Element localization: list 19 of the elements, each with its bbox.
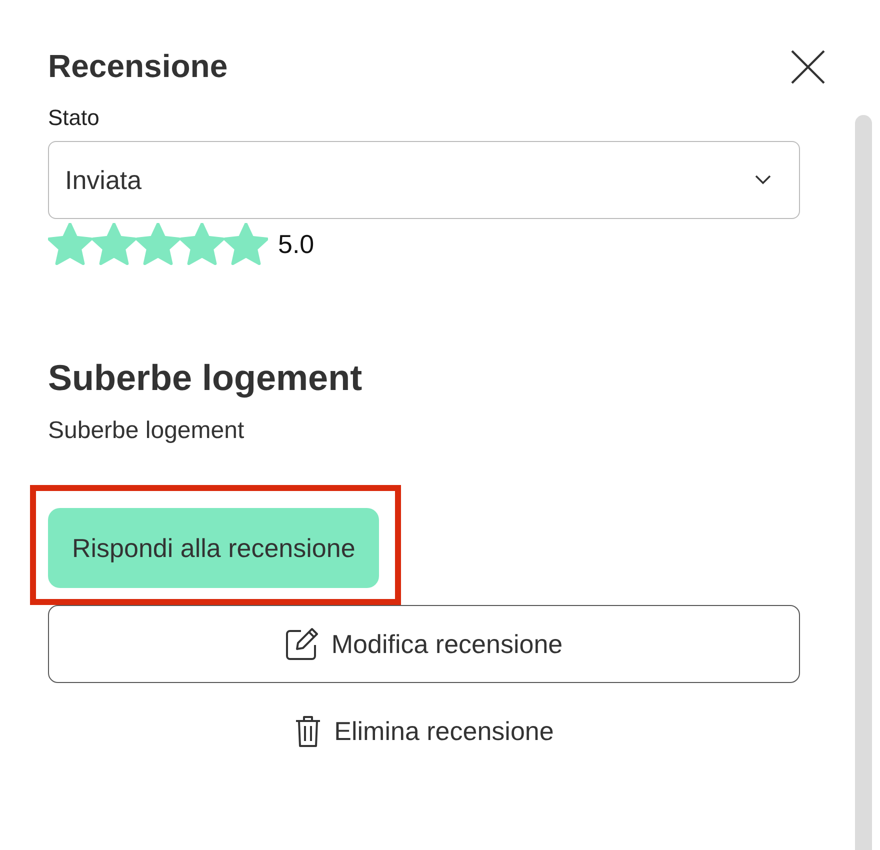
star-icon bbox=[92, 223, 136, 265]
panel-title: Recensione bbox=[48, 48, 228, 85]
field-label: Stato bbox=[48, 105, 100, 131]
trash-icon bbox=[294, 714, 322, 748]
star-icon bbox=[136, 223, 180, 265]
status-select[interactable]: Inviata bbox=[48, 141, 800, 219]
reply-button[interactable]: Rispondi alla recensione bbox=[48, 508, 380, 588]
review-text: Suberbe logement bbox=[48, 417, 246, 445]
star-icon bbox=[224, 223, 268, 265]
edit-button[interactable]: Modifica recensione bbox=[48, 605, 800, 683]
review-title: Suberbe logement bbox=[48, 357, 364, 399]
rating-score: 5.0 bbox=[278, 228, 314, 260]
close-icon[interactable] bbox=[791, 50, 825, 84]
star-icon bbox=[180, 223, 224, 265]
star-icon bbox=[48, 223, 92, 265]
delete-button[interactable]: Elimina recensione bbox=[48, 713, 800, 749]
scrollbar[interactable] bbox=[855, 115, 872, 850]
edit-icon bbox=[285, 627, 320, 661]
chevron-down-icon bbox=[755, 175, 771, 185]
